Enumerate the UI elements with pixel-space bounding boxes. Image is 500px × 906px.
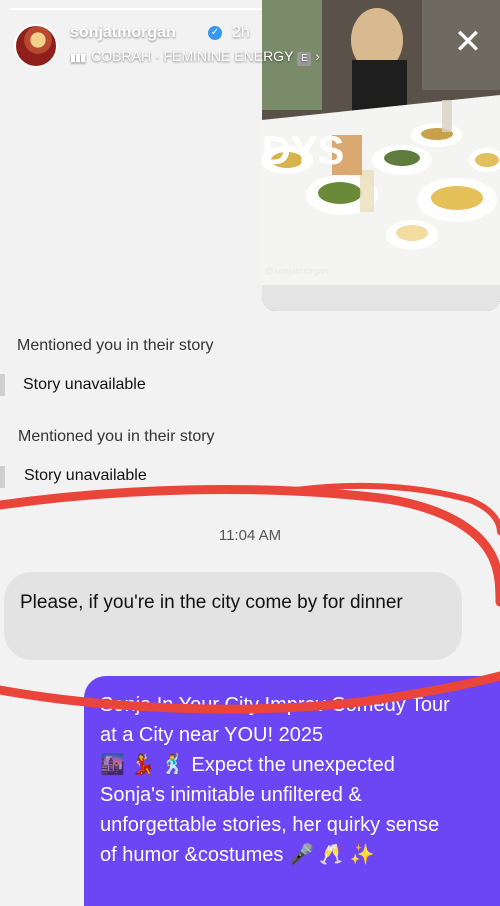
outgoing-message-bubble[interactable]: Sonja In Your City Improv Comedy Tour at… [84, 676, 500, 906]
music-title: COBRAH · FEMININE ENERGY [91, 48, 294, 64]
reply-line-1 [0, 374, 5, 396]
music-bars-icon: ▮▮▮ [70, 52, 86, 64]
photo-overlay-text: DYS [262, 129, 344, 173]
mention-text-1: Mentioned you in their story [17, 337, 214, 354]
time-ago: 2h [232, 24, 250, 41]
avatar[interactable] [14, 24, 58, 68]
explicit-badge: E [297, 52, 312, 66]
music-sticker[interactable]: ▮▮▮ COBRAH · FEMININE ENERGY E › [70, 48, 320, 66]
verified-badge-icon: ✓ [208, 26, 222, 40]
story-unavailable-1: Story unavailable [23, 376, 146, 393]
story-unavailable-2: Story unavailable [24, 467, 147, 484]
username[interactable]: sonjatmorgan [70, 24, 176, 42]
mention-text-2: Mentioned you in their story [18, 428, 215, 445]
message-timestamp: 11:04 AM [218, 527, 282, 544]
story-header: sonjatmorgan ✓ 2h ▮▮▮ COBRAH · FEMININE E… [14, 18, 486, 68]
close-icon[interactable]: ✕ [450, 24, 486, 60]
outgoing-message-text: Sonja In Your City Improv Comedy Tour at… [100, 694, 450, 866]
reply-line-2 [0, 466, 5, 488]
incoming-message-bubble[interactable]: Please, if you're in the city come by fo… [4, 572, 462, 660]
chevron-right-icon: › [311, 48, 320, 64]
photo-watermark: @sonjatmorgan [265, 266, 329, 276]
incoming-message-text: Please, if you're in the city come by fo… [20, 592, 403, 613]
